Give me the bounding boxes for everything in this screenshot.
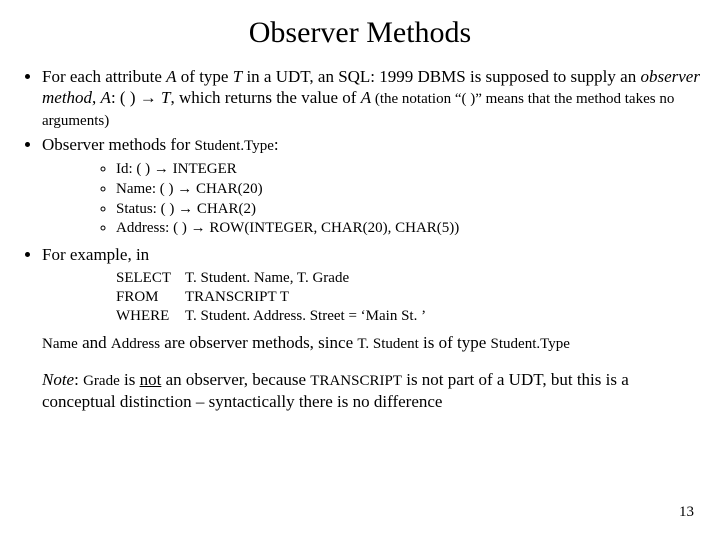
type-student: Student.Type <box>195 138 274 154</box>
list-item: Status: ( ) → CHAR(2) <box>116 200 700 219</box>
list-item: Name: ( ) → CHAR(20) <box>116 180 700 199</box>
sql-args: T. Student. Address. Street = ‘Main St. … <box>185 307 440 326</box>
text: For each attribute <box>42 67 166 86</box>
text: : ( ) <box>111 88 140 107</box>
sql-example: SELECT T. Student. Name, T. Grade FROM T… <box>116 269 700 325</box>
table-row: WHERE T. Student. Address. Street = ‘Mai… <box>116 307 440 326</box>
bullet-observer-list-intro: Observer methods for Student.Type: Id: (… <box>42 134 700 238</box>
text: in a UDT, an SQL: 1999 DBMS is supposed … <box>242 67 640 86</box>
col-address: Address <box>111 336 160 352</box>
list-item: Id: ( ) → INTEGER <box>116 160 700 179</box>
bullet-observer-def: For each attribute A of type T in a UDT,… <box>42 66 700 131</box>
text: is <box>120 370 140 389</box>
sql-keyword: SELECT <box>116 269 185 288</box>
type-student: Student.Type <box>491 336 570 352</box>
var-A: A <box>101 88 111 107</box>
list-item: Address: ( ) → ROW(INTEGER, CHAR(20), CH… <box>116 219 700 238</box>
var-T: T <box>233 67 242 86</box>
page-title: Observer Methods <box>20 14 700 52</box>
table-transcript: TRANSCRIPT <box>310 373 402 389</box>
text: Observer methods for <box>42 135 195 154</box>
var-A: A <box>166 67 176 86</box>
table-row: FROM TRANSCRIPT T <box>116 288 440 307</box>
text: an observer, because <box>161 370 310 389</box>
col-grade: Grade <box>83 373 120 389</box>
col-name: Name <box>42 336 78 352</box>
text: are observer methods, since <box>160 333 357 352</box>
note-label: Note <box>42 370 74 389</box>
emphasis-not: not <box>140 370 162 389</box>
explanation-paragraph: Name and Address are observer methods, s… <box>42 332 700 354</box>
text: , <box>92 88 101 107</box>
text: , which returns the value of <box>170 88 360 107</box>
text: : <box>274 135 279 154</box>
text: and <box>78 333 111 352</box>
expr-t-student: T. Student <box>357 336 418 352</box>
text: For example, in <box>42 245 149 264</box>
text: : <box>74 370 83 389</box>
sql-keyword: FROM <box>116 288 185 307</box>
text: is of type <box>419 333 491 352</box>
sql-args: TRANSCRIPT T <box>185 288 440 307</box>
page-number: 13 <box>679 503 694 522</box>
note-paragraph: Note: Grade is not an observer, because … <box>42 369 700 412</box>
sql-args: T. Student. Name, T. Grade <box>185 269 440 288</box>
table-row: SELECT T. Student. Name, T. Grade <box>116 269 440 288</box>
bullet-list: For each attribute A of type T in a UDT,… <box>24 66 700 326</box>
text: of type <box>177 67 233 86</box>
observer-methods-list: Id: ( ) → INTEGER Name: ( ) → CHAR(20) S… <box>98 160 700 238</box>
slide: Observer Methods For each attribute A of… <box>0 0 720 540</box>
var-A: A <box>361 88 371 107</box>
arrow-icon: → <box>140 88 157 107</box>
bullet-example-intro: For example, in SELECT T. Student. Name,… <box>42 244 700 326</box>
sql-keyword: WHERE <box>116 307 185 326</box>
